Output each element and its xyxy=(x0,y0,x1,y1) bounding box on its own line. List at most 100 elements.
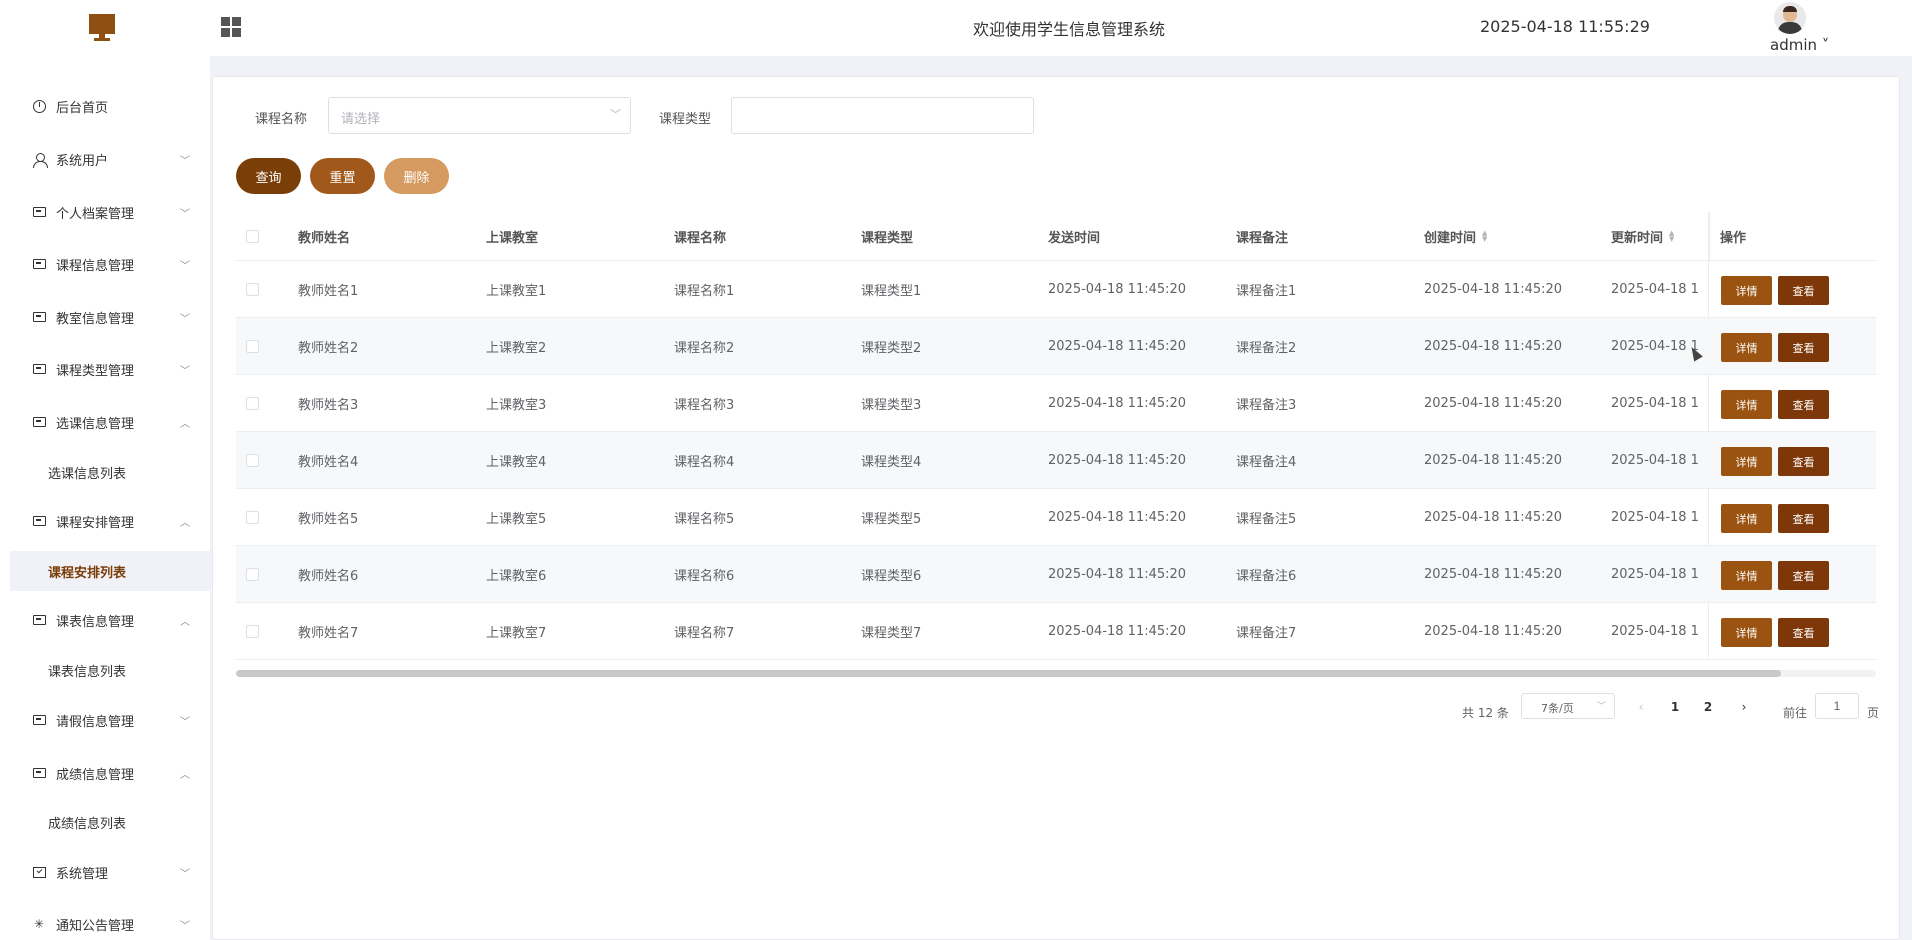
sidebar-item-system-users[interactable]: 系统用户 ﹀ xyxy=(0,139,210,179)
row-checkbox[interactable] xyxy=(246,567,259,581)
sidebar-item-leave[interactable]: 请假信息管理 ﹀ xyxy=(0,700,210,740)
view-button[interactable]: 查看 xyxy=(1778,618,1829,647)
next-page-button[interactable]: › xyxy=(1730,693,1758,721)
menu-toggle-grid-icon[interactable] xyxy=(221,17,241,37)
detail-button[interactable]: 详情 xyxy=(1721,333,1772,362)
table-cell: 课程备注1 xyxy=(1236,283,1297,299)
table-cell: 教师姓名6 xyxy=(298,568,359,584)
row-checkbox[interactable] xyxy=(246,453,259,467)
sidebar-item-grades[interactable]: 成绩信息管理 ︿ xyxy=(0,753,210,793)
horizontal-scrollbar[interactable] xyxy=(236,670,1876,677)
sidebar-subitem-label: 课表信息列表 xyxy=(48,664,127,680)
sidebar-item-course-type[interactable]: 课程类型管理 ﹀ xyxy=(0,349,210,389)
row-select-cell xyxy=(246,603,259,659)
view-button[interactable]: 查看 xyxy=(1778,561,1829,590)
row-select-cell xyxy=(246,318,259,374)
row-checkbox[interactable] xyxy=(246,339,259,353)
sidebar-item-label: 系统用户 xyxy=(56,153,109,169)
table-cell: 2025-04-18 11:45:20 xyxy=(1048,338,1187,354)
avatar[interactable] xyxy=(1774,2,1806,34)
table-cell: 课程类型6 xyxy=(861,568,922,584)
detail-button[interactable]: 详情 xyxy=(1721,618,1772,647)
select-all-checkbox[interactable] xyxy=(246,229,259,243)
table-cell: 课程名称3 xyxy=(674,397,735,413)
sidebar-item-course-info[interactable]: 课程信息管理 ﹀ xyxy=(0,244,210,284)
detail-button[interactable]: 详情 xyxy=(1721,561,1772,590)
table-cell: 2025-04-18 11:45:20 xyxy=(1424,452,1563,468)
course-name-select[interactable]: 请选择 ﹀ xyxy=(328,97,631,134)
page-suffix: 页 xyxy=(1867,705,1880,720)
page-number-1[interactable]: 1 xyxy=(1661,693,1689,721)
row-checkbox[interactable] xyxy=(246,396,259,410)
sidebar-item-dashboard[interactable]: 后台首页 xyxy=(0,86,210,126)
row-checkbox[interactable] xyxy=(246,510,259,524)
table-cell: 课程类型2 xyxy=(861,340,922,356)
table-cell: 2025-04-18 1 xyxy=(1611,452,1699,468)
row-actions: 详情 查看 xyxy=(1709,489,1876,545)
query-button[interactable]: 查询 xyxy=(236,158,301,194)
page-number-2[interactable]: 2 xyxy=(1694,693,1722,721)
column-header: 课程类型 xyxy=(861,230,914,246)
sidebar-item-course-schedule[interactable]: 课程安排管理 ︿ xyxy=(0,501,210,541)
row-select-cell xyxy=(246,432,259,488)
sidebar-item-classroom-info[interactable]: 教室信息管理 ﹀ xyxy=(0,297,210,337)
delete-button[interactable]: 删除 xyxy=(384,158,449,194)
sidebar-item-label: 请假信息管理 xyxy=(56,714,135,730)
select-all-cell xyxy=(246,212,259,260)
table-cell: 课程备注2 xyxy=(1236,340,1297,356)
folder-icon xyxy=(32,310,46,324)
goto-page-input[interactable] xyxy=(1815,693,1859,719)
detail-button[interactable]: 详情 xyxy=(1721,447,1772,476)
table-cell: 2025-04-18 1 xyxy=(1611,566,1699,582)
clock-icon xyxy=(32,99,46,113)
detail-button[interactable]: 详情 xyxy=(1721,390,1772,419)
course-type-label: 课程类型 xyxy=(659,112,712,127)
view-button[interactable]: 查看 xyxy=(1778,333,1829,362)
sidebar-subitem-course-selection-list[interactable]: 选课信息列表 xyxy=(10,452,210,492)
reset-button[interactable]: 重置 xyxy=(310,158,375,194)
course-type-input[interactable] xyxy=(731,97,1034,134)
sidebar-item-system-settings[interactable]: 系统管理 ﹀ xyxy=(0,852,210,892)
sidebar-item-course-selection[interactable]: 选课信息管理 ︿ xyxy=(0,402,210,442)
page-size-select[interactable]: 7条/页 ﹀ xyxy=(1521,693,1615,719)
sidebar-item-timetable[interactable]: 课表信息管理 ︿ xyxy=(0,600,210,640)
sort-icon[interactable]: ▲ ▼ xyxy=(1669,230,1674,243)
sidebar-subitem-course-schedule-list[interactable]: 课程安排列表 xyxy=(10,551,210,591)
detail-button[interactable]: 详情 xyxy=(1721,276,1772,305)
column-header-updated-time[interactable]: 更新时间 ▲ ▼ xyxy=(1611,212,1674,260)
table-cell: 2025-04-18 11:45:20 xyxy=(1424,281,1563,297)
folder-icon xyxy=(32,257,46,271)
table-cell: 课程名称4 xyxy=(674,454,735,470)
row-checkbox[interactable] xyxy=(246,624,259,638)
sidebar-subitem-timetable-list[interactable]: 课表信息列表 xyxy=(10,650,210,690)
prev-page-button[interactable]: ‹ xyxy=(1627,693,1655,721)
row-actions: 详情 查看 xyxy=(1709,261,1876,317)
view-button[interactable]: 查看 xyxy=(1778,504,1829,533)
sort-icon[interactable]: ▲ ▼ xyxy=(1482,230,1487,243)
folder-icon xyxy=(32,613,46,627)
table-header-row: 教师姓名 上课教室 课程名称 课程类型 发送时间 课程备注 创建时间 ▲ ▼ 更新… xyxy=(236,212,1876,261)
table-cell: 2025-04-18 11:45:20 xyxy=(1048,509,1187,525)
column-header: 操作 xyxy=(1720,230,1747,246)
table-cell: 2025-04-18 11:45:20 xyxy=(1048,281,1187,297)
table-row: 教师姓名6 上课教室6 课程名称6 课程类型6 2025-04-18 11:45:20 课… xyxy=(236,546,1876,603)
course-name-placeholder: 请选择 xyxy=(341,112,381,127)
scrollbar-thumb[interactable] xyxy=(236,670,1781,677)
row-checkbox[interactable] xyxy=(246,282,259,296)
table-cell: 课程备注5 xyxy=(1236,511,1297,527)
table-cell: 课程备注3 xyxy=(1236,397,1297,413)
sidebar-item-notices[interactable]: ✳ 通知公告管理 ﹀ xyxy=(0,904,210,940)
column-header: 课程名称 xyxy=(674,230,727,246)
view-button[interactable]: 查看 xyxy=(1778,276,1829,305)
current-datetime: 2025-04-18 11:55:29 xyxy=(1480,17,1650,36)
detail-button[interactable]: 详情 xyxy=(1721,504,1772,533)
user-dropdown[interactable]: admin ˅ xyxy=(1770,36,1829,54)
table-cell: 2025-04-18 11:45:20 xyxy=(1424,338,1563,354)
sidebar-item-personal-profile[interactable]: 个人档案管理 ﹀ xyxy=(0,192,210,232)
view-button[interactable]: 查看 xyxy=(1778,447,1829,476)
sidebar: 后台首页 系统用户 ﹀ 个人档案管理 ﹀ 课程信息管理 ﹀ 教室信息管理 ﹀ 课… xyxy=(0,56,210,940)
sidebar-subitem-grades-list[interactable]: 成绩信息列表 xyxy=(10,802,210,842)
column-header-created-time[interactable]: 创建时间 ▲ ▼ xyxy=(1424,212,1487,260)
view-button[interactable]: 查看 xyxy=(1778,390,1829,419)
row-actions: 详情 查看 xyxy=(1709,432,1876,488)
